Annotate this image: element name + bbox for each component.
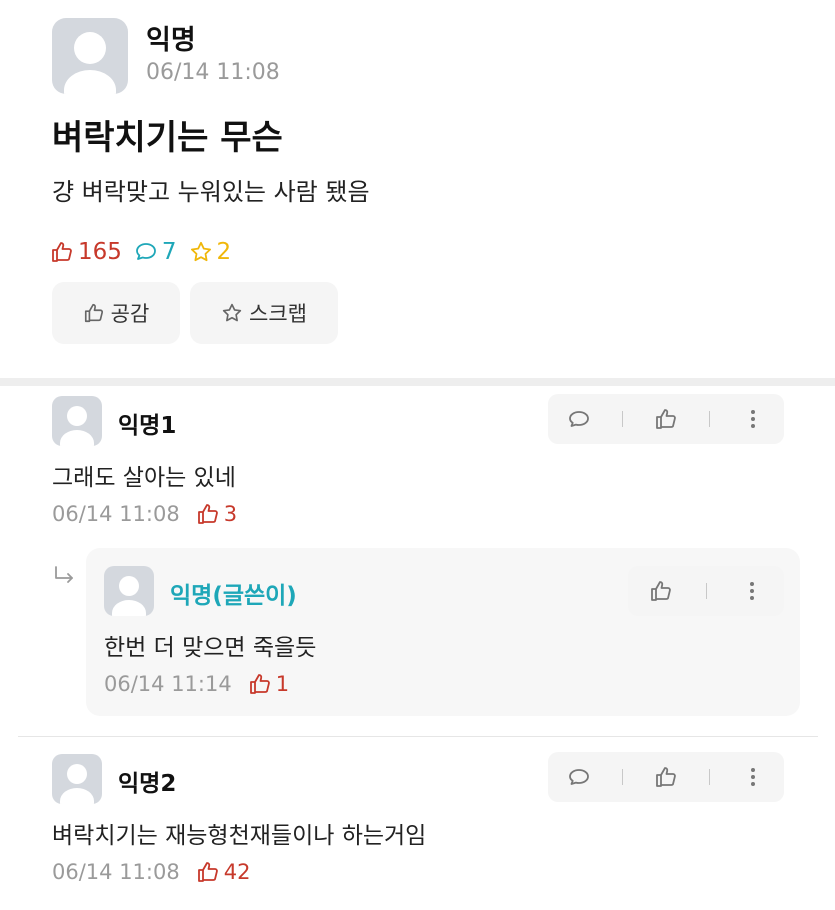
comment-divider (18, 736, 818, 737)
reply-timestamp: 06/14 11:14 (104, 672, 232, 696)
post-author-name: 익명 (146, 25, 196, 56)
post-body: 걍 벼락맞고 누워있는 사람 됐음 (52, 178, 370, 206)
reply-likes: 1 (248, 672, 289, 696)
comment-meta: 06/14 11:08 42 (52, 860, 250, 884)
scrap-button[interactable]: 스크랩 (190, 282, 338, 344)
comment-like-button[interactable] (646, 399, 686, 439)
reply-more-button[interactable] (732, 571, 772, 611)
reply-button[interactable] (559, 757, 599, 797)
thumbs-up-icon (656, 767, 676, 787)
reply-like-count: 1 (275, 672, 290, 696)
comment-like-count: 42 (223, 860, 251, 884)
thumbs-up-icon (249, 674, 270, 694)
comment-timestamp: 06/14 11:08 (52, 860, 180, 884)
thumbs-up-icon (197, 862, 218, 882)
comment-avatar (52, 754, 102, 804)
scrap-button-label: 스크랩 (249, 302, 307, 326)
comment-like-count: 3 (223, 502, 238, 526)
action-separator (708, 411, 710, 427)
comment-avatar (52, 396, 102, 446)
comment-timestamp: 06/14 11:08 (52, 502, 180, 526)
section-divider (0, 378, 835, 386)
comment-author-name: 익명2 (118, 771, 177, 797)
post-like-count: 165 (78, 239, 122, 265)
thumbs-up-icon (197, 504, 218, 524)
more-vertical-icon (749, 582, 754, 600)
action-separator (622, 769, 624, 785)
star-icon (222, 303, 242, 322)
action-separator (705, 583, 707, 599)
comment-actions (548, 394, 784, 444)
star-icon (190, 241, 211, 262)
comment-text: 벼락치기는 재능형천재들이나 하는거임 (52, 823, 427, 849)
action-separator (622, 411, 624, 427)
post-timestamp: 06/14 11:08 (146, 60, 280, 85)
post-comment-stat: 7 (134, 239, 177, 265)
like-button[interactable]: 공감 (52, 282, 180, 344)
post-title: 벼락치기는 무슨 (52, 118, 283, 158)
comment-icon (569, 411, 590, 427)
post-like-stat: 165 (50, 239, 122, 265)
reply-text: 한번 더 맞으면 죽을듯 (104, 635, 317, 661)
comment-likes: 42 (196, 860, 251, 884)
reply-arrow-icon (55, 566, 73, 583)
reply-button[interactable] (559, 399, 599, 439)
reply-like-button[interactable] (641, 571, 681, 611)
post-author-avatar (52, 18, 128, 94)
reply-meta: 06/14 11:14 1 (104, 672, 289, 696)
thumbs-up-icon (656, 409, 676, 429)
reply-author-name: 익명(글쓴이) (170, 583, 297, 609)
action-separator (708, 769, 710, 785)
comment-likes: 3 (196, 502, 237, 526)
post-stats: 165 7 2 (50, 236, 243, 268)
comment-actions (548, 752, 784, 802)
comment-icon (136, 243, 156, 260)
more-button[interactable] (733, 399, 773, 439)
more-vertical-icon (750, 768, 755, 786)
comment-author-name: 익명1 (118, 413, 177, 439)
more-vertical-icon (750, 410, 755, 428)
reply-actions (628, 566, 784, 616)
comment-icon (569, 769, 590, 785)
thumbs-up-icon (84, 303, 103, 323)
comment-text: 그래도 살아는 있네 (52, 465, 236, 491)
thumbs-up-icon (52, 242, 72, 262)
comment-meta: 06/14 11:08 3 (52, 502, 237, 526)
reply-avatar (104, 566, 154, 616)
post-comment-count: 7 (161, 239, 177, 265)
comment-like-button[interactable] (646, 757, 686, 797)
like-button-label: 공감 (110, 302, 150, 326)
thumbs-up-icon (650, 581, 671, 601)
more-button[interactable] (733, 757, 773, 797)
post-scrap-stat: 2 (189, 239, 232, 265)
post-scrap-count: 2 (216, 239, 232, 265)
